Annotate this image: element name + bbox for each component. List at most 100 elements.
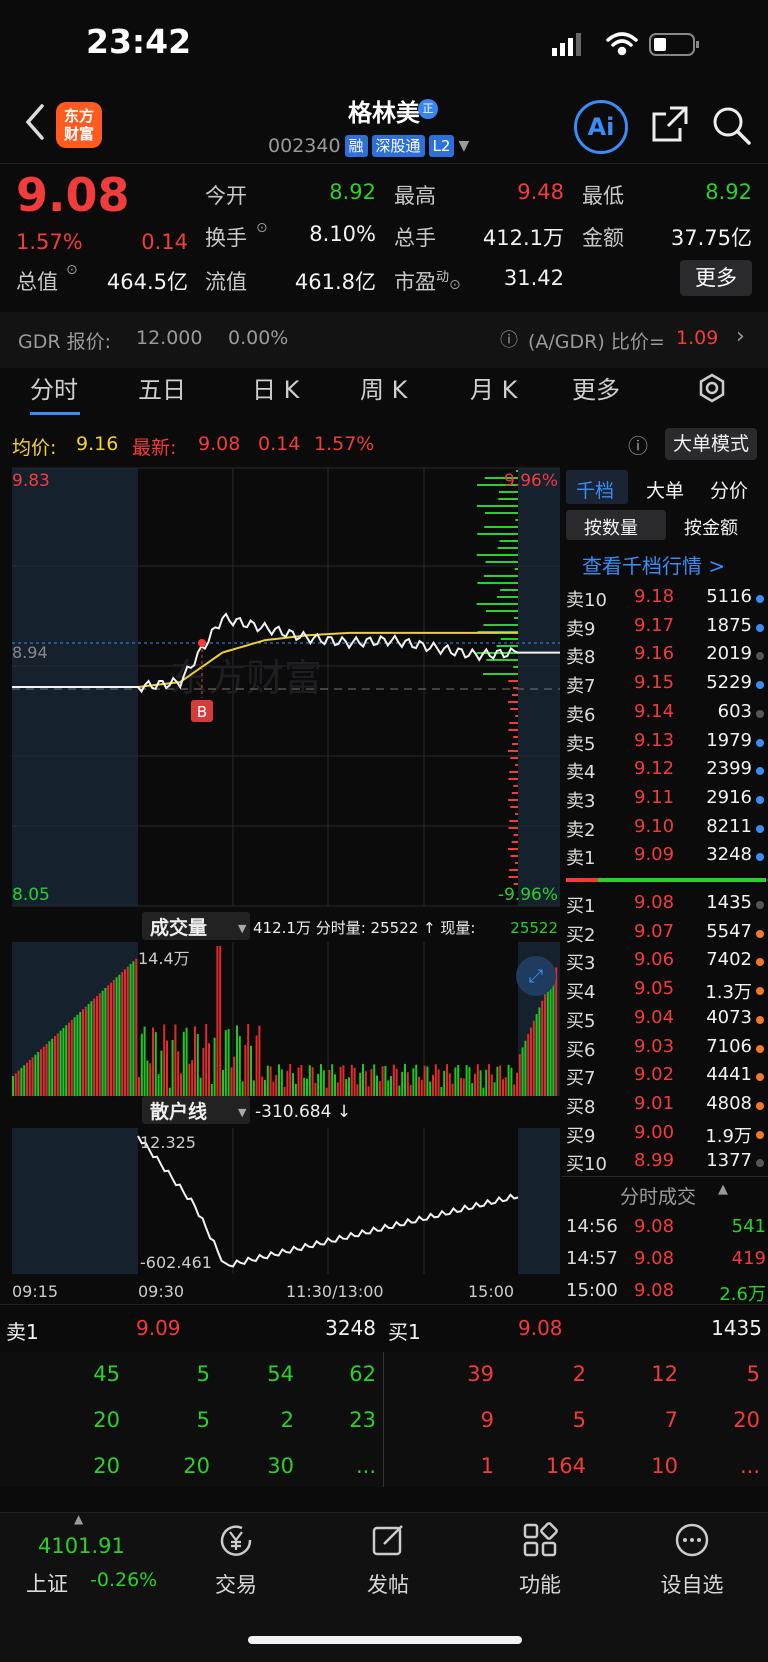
volume-bar xyxy=(48,1041,51,1096)
buy-marker-label: B xyxy=(197,703,207,721)
volume-bar xyxy=(62,1028,65,1096)
trades-title[interactable]: 分时成交 xyxy=(620,1182,696,1209)
volume-bar xyxy=(322,1070,325,1096)
bid-price: 9.02 xyxy=(634,1064,675,1086)
more-button[interactable]: 更多 xyxy=(680,260,752,296)
bid-price: 9.00 xyxy=(634,1121,675,1143)
trade-row: 14:56 9.08 541 xyxy=(566,1216,766,1244)
depth-bar xyxy=(514,568,518,570)
volume-bar xyxy=(185,1027,188,1096)
tab-more[interactable]: 更多 xyxy=(572,370,620,405)
tab-monthly[interactable]: 月 K xyxy=(470,370,517,405)
volume-bar xyxy=(82,1009,84,1096)
bid-row[interactable]: 买6 9.03 7106 xyxy=(566,1036,766,1064)
queue-buy-cell: 10 xyxy=(651,1454,678,1478)
settings-icon[interactable] xyxy=(696,372,728,404)
bid-row[interactable]: 买10 8.99 1377 xyxy=(566,1150,766,1178)
bid-row[interactable]: 买4 9.05 1.3万 xyxy=(566,978,766,1006)
depth-bar xyxy=(484,526,518,528)
volume-bar xyxy=(283,1086,286,1096)
bid-row[interactable]: 买9 9.00 1.9万 xyxy=(566,1122,766,1150)
tab-intraday[interactable]: 分时 xyxy=(30,370,78,405)
queue-buy-cell: 7 xyxy=(664,1408,678,1432)
pe-value: 31.42 xyxy=(503,266,564,290)
tab-daily[interactable]: 日 K xyxy=(252,370,299,405)
nav-functions[interactable]: 功能 xyxy=(480,1520,600,1599)
tab-price-dist[interactable]: 分价 xyxy=(710,476,748,503)
bid-row[interactable]: 买3 9.06 7402 xyxy=(566,949,766,977)
ask-volume: 2916 xyxy=(706,786,752,808)
ask-row[interactable]: 卖9 9.17 1875 xyxy=(566,615,766,643)
ask-row[interactable]: 卖6 9.14 603 xyxy=(566,701,766,729)
volume-bar xyxy=(177,1051,180,1096)
bid-row[interactable]: 买5 9.04 4073 xyxy=(566,1007,766,1035)
intraday-chart[interactable]: 东方财富 B 9.83 8.94 8.05 9.96% -9.96% 成交量 ▼… xyxy=(0,466,562,1286)
ask-row[interactable]: 卖8 9.16 2019 xyxy=(566,643,766,671)
price-min-label: 8.05 xyxy=(12,885,50,905)
volume-bar xyxy=(297,1067,300,1096)
stock-code-line[interactable]: 002340 融 深股通 L2 ▼ xyxy=(268,133,469,159)
ask-row[interactable]: 卖5 9.13 1979 xyxy=(566,730,766,758)
gdr-bar[interactable]: GDR 报价: 12.000 0.00% ⓘ (A/GDR) 比价= 1.09 … xyxy=(0,312,768,368)
latest-value: 9.08 xyxy=(198,433,241,455)
bid-row[interactable]: 买7 9.02 4441 xyxy=(566,1064,766,1092)
status-bar: 23:42 xyxy=(0,0,768,90)
big-order-mode-button[interactable]: 大单模式 xyxy=(665,428,757,460)
bid-level: 买5 xyxy=(566,1010,596,1032)
bid-level: 买8 xyxy=(566,1096,596,1118)
volume-bar xyxy=(325,1087,328,1096)
queue-buy-cell: 39 xyxy=(467,1362,494,1386)
tab-5day[interactable]: 五日 xyxy=(138,370,186,405)
volume-bar xyxy=(224,1030,227,1096)
ask-row[interactable]: 卖1 9.09 3248 xyxy=(566,844,766,872)
bid-row[interactable]: 买8 9.01 4808 xyxy=(566,1093,766,1121)
info-icon[interactable]: ⊙ xyxy=(256,220,268,236)
ask-row[interactable]: 卖10 9.18 5116 xyxy=(566,586,766,614)
depth-bar xyxy=(496,645,518,647)
help-icon[interactable]: ⓘ xyxy=(628,430,648,459)
tab-big-order[interactable]: 大单 xyxy=(646,476,684,503)
volume-bar xyxy=(227,1029,230,1096)
queue-sell-cell: 23 xyxy=(349,1408,376,1432)
search-icon[interactable] xyxy=(710,104,752,146)
nav-post[interactable]: 发帖 xyxy=(328,1520,448,1599)
volume-bar xyxy=(45,1044,48,1096)
ask-level: 卖8 xyxy=(566,647,596,669)
mktcap-value: 464.5亿 xyxy=(106,270,188,294)
share-icon[interactable] xyxy=(650,104,690,144)
volume-bar xyxy=(471,1083,474,1096)
ask-row[interactable]: 卖3 9.11 2916 xyxy=(566,787,766,815)
ask-row[interactable]: 卖2 9.10 8211 xyxy=(566,816,766,844)
volume-bar xyxy=(247,1024,250,1096)
nav-add-watchlist[interactable]: 设自选 xyxy=(632,1520,752,1599)
volume-bar xyxy=(485,1069,488,1096)
sub-tab-amount[interactable]: 按金额 xyxy=(684,514,738,540)
info-icon[interactable]: ⊙ xyxy=(66,262,78,278)
turnover-label: 换手 xyxy=(205,226,247,250)
tag-margin: 融 xyxy=(344,135,368,157)
ask-row[interactable]: 卖4 9.12 2399 xyxy=(566,758,766,786)
bid-row[interactable]: 买1 9.08 1435 xyxy=(566,892,766,920)
level-dot xyxy=(756,987,764,996)
volume-bar xyxy=(527,1034,530,1096)
depth-bar xyxy=(511,694,518,696)
volume-bar xyxy=(549,980,552,1096)
index-value[interactable]: 4101.91 xyxy=(38,1534,125,1558)
level-dot xyxy=(756,1159,764,1168)
depth-bar xyxy=(508,680,518,682)
wifi-icon xyxy=(606,32,638,56)
nav-trade[interactable]: 交易 xyxy=(176,1520,296,1599)
ask-price: 9.14 xyxy=(634,700,675,722)
latest-change: 0.14 xyxy=(258,433,301,455)
volume-bar xyxy=(79,1012,82,1096)
tab-weekly[interactable]: 周 K xyxy=(360,370,407,405)
depth-bar xyxy=(509,820,518,822)
help-icon[interactable]: ⓘ xyxy=(500,326,518,352)
volume-bar xyxy=(451,1083,454,1096)
ai-button[interactable]: Ai xyxy=(574,100,628,154)
bid-row[interactable]: 买2 9.07 5547 xyxy=(566,921,766,949)
ask-row[interactable]: 卖7 9.15 5229 xyxy=(566,672,766,700)
volume-bar xyxy=(222,1069,224,1096)
depth-bar xyxy=(508,729,518,731)
full-depth-link[interactable]: 查看千档行情 > xyxy=(582,550,725,579)
